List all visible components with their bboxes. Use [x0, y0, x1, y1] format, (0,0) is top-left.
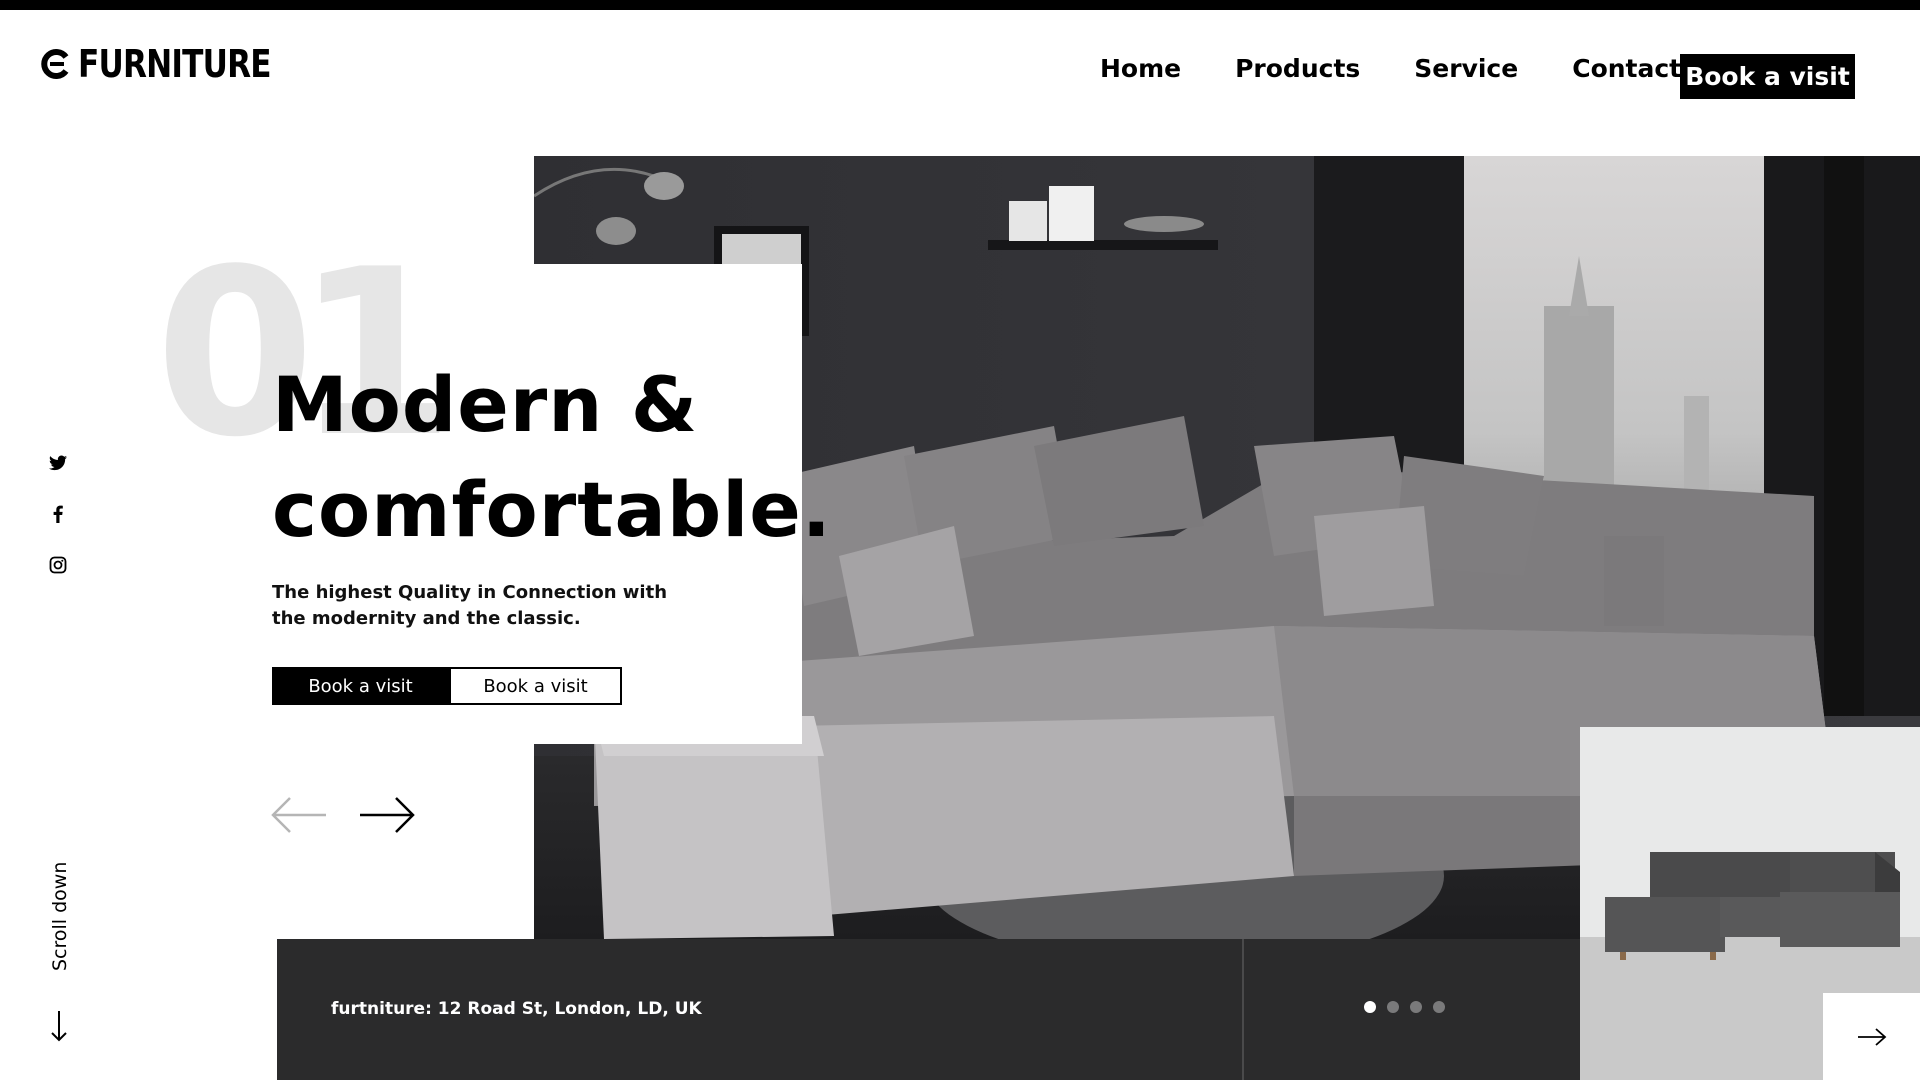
book-visit-primary-button[interactable]: Book a visit — [272, 667, 449, 705]
address-text: furtniture: 12 Road St, London, LD, UK — [331, 999, 702, 1019]
book-visit-secondary-button[interactable]: Book a visit — [449, 667, 622, 705]
top-border — [0, 0, 1920, 10]
slide-dot-2[interactable] — [1387, 1001, 1399, 1013]
main-nav: Home Products Service Contact — [1100, 54, 1735, 83]
c-logo-icon — [41, 49, 69, 79]
headline-line-1: Modern & — [272, 360, 699, 449]
thumbnail-next-button[interactable] — [1823, 993, 1920, 1080]
arrow-right-icon — [1857, 1027, 1886, 1046]
book-visit-nav-button[interactable]: Book a visit — [1680, 54, 1855, 99]
info-bar: furtniture: 12 Road St, London, LD, UK — [277, 939, 1580, 1080]
scroll-down-label[interactable]: Scroll down — [49, 862, 71, 971]
headline-line-2: comfortable. — [272, 465, 832, 554]
twitter-icon[interactable] — [48, 453, 68, 473]
arrow-left-icon[interactable] — [270, 795, 328, 835]
arrow-down-icon[interactable] — [50, 1010, 68, 1042]
brand-name: FURNITURE — [78, 42, 272, 86]
arrow-right-icon[interactable] — [358, 795, 416, 835]
hero-subtext: The highest Quality in Connection with t… — [272, 582, 668, 629]
instagram-icon[interactable] — [48, 555, 68, 575]
slide-dot-1[interactable] — [1364, 1001, 1376, 1013]
brand-logo[interactable]: FURNITURE — [40, 42, 313, 86]
slide-indicator — [1364, 1001, 1445, 1013]
hero-headline: Modern & comfortable. — [272, 352, 832, 562]
slide-dot-4[interactable] — [1433, 1001, 1445, 1013]
nav-contact[interactable]: Contact — [1572, 54, 1681, 83]
nav-home[interactable]: Home — [1100, 54, 1181, 83]
slide-dot-3[interactable] — [1410, 1001, 1422, 1013]
facebook-icon[interactable] — [48, 504, 68, 524]
nav-products[interactable]: Products — [1235, 54, 1360, 83]
nav-service[interactable]: Service — [1414, 54, 1518, 83]
bar-divider — [1242, 939, 1244, 1080]
